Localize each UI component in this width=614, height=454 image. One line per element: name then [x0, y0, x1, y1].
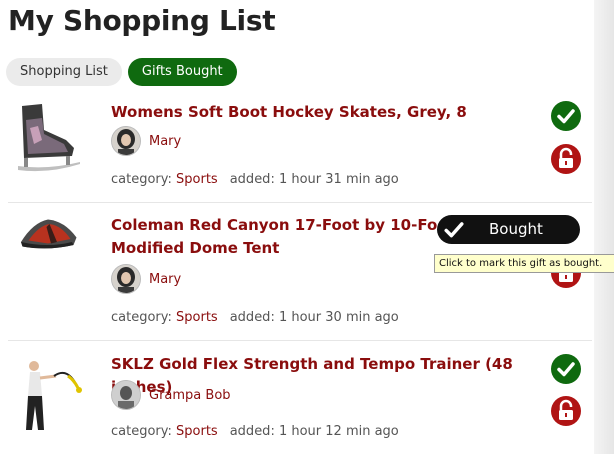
recipient-name[interactable]: Grampa Bob: [149, 388, 231, 403]
page-title: My Shopping List: [8, 4, 276, 37]
unlock-icon: [559, 147, 573, 168]
tab-shopping-list[interactable]: Shopping List: [6, 58, 122, 86]
tooltip: Click to mark this gift as bought.: [434, 254, 614, 273]
checkmark-icon: [444, 222, 464, 238]
recipient-name[interactable]: Mary: [149, 134, 181, 149]
avatar: [111, 380, 141, 410]
item-title[interactable]: Womens Soft Boot Hockey Skates, Grey, 8: [111, 101, 551, 124]
divider: [8, 340, 592, 341]
tent-image: [8, 212, 88, 292]
category-link[interactable]: Sports: [176, 424, 218, 439]
gift-recipient: Mary: [111, 126, 181, 156]
gift-recipient: Grampa Bob: [111, 380, 231, 410]
added-time: added: 1 hour 30 min ago: [229, 310, 399, 325]
checkmark-icon: [557, 109, 575, 124]
scrollbar-track[interactable]: [594, 0, 614, 454]
added-time: added: 1 hour 12 min ago: [229, 424, 399, 439]
golfer-image: [8, 354, 88, 434]
unlock-button[interactable]: [551, 144, 581, 174]
recipient-name[interactable]: Mary: [149, 272, 181, 287]
category-link[interactable]: Sports: [176, 172, 218, 187]
list-item: SKLZ Gold Flex Strength and Tempo Traine…: [0, 348, 594, 454]
mark-bought-button[interactable]: [551, 101, 581, 131]
added-time: added: 1 hour 31 min ago: [229, 172, 399, 187]
item-meta: category: Sports added: 1 hour 31 min ago: [111, 172, 399, 187]
divider: [8, 202, 592, 203]
bought-button[interactable]: Bought: [437, 215, 580, 244]
mark-bought-button[interactable]: [551, 354, 581, 384]
hockey-skate-image: [8, 100, 88, 180]
item-meta: category: Sports added: 1 hour 30 min ago: [111, 310, 399, 325]
gift-recipient: Mary: [111, 264, 181, 294]
unlock-button[interactable]: [551, 396, 581, 426]
tab-gifts-bought[interactable]: Gifts Bought: [127, 58, 237, 86]
tab-bar: Shopping List Gifts Bought: [6, 58, 237, 86]
avatar: [111, 264, 141, 294]
checkmark-icon: [557, 362, 575, 377]
unlock-icon: [559, 399, 573, 420]
category-link[interactable]: Sports: [176, 310, 218, 325]
avatar: [111, 126, 141, 156]
item-meta: category: Sports added: 1 hour 12 min ago: [111, 424, 399, 439]
bought-button-label: Bought: [489, 220, 543, 238]
list-item: Womens Soft Boot Hockey Skates, Grey, 8 …: [0, 96, 594, 204]
